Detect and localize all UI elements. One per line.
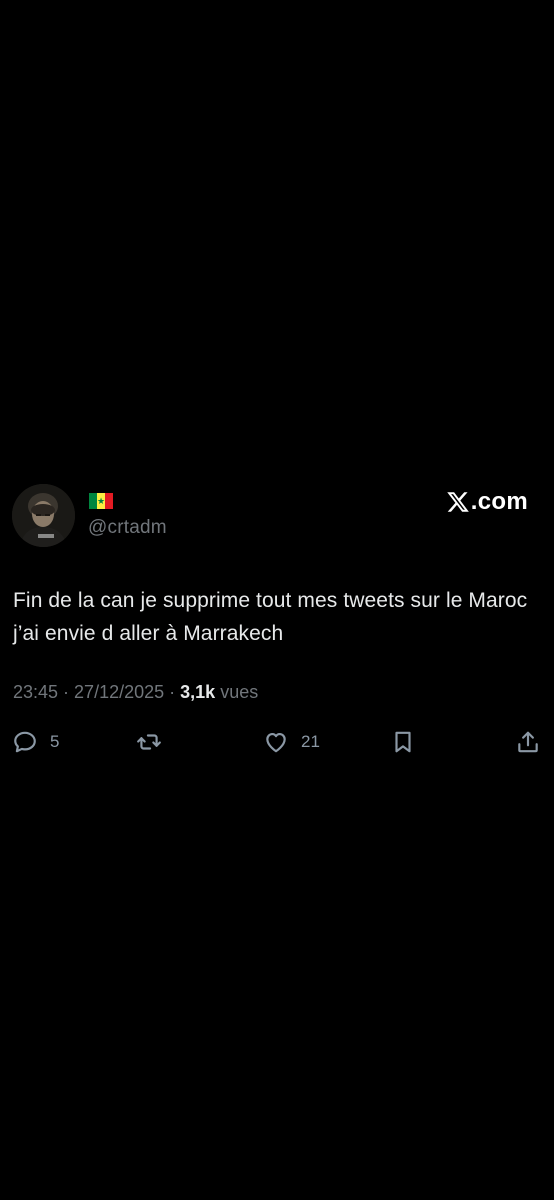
meta-separator: · (58, 682, 75, 702)
x-brand: .com (446, 488, 528, 516)
senegal-flag-icon: ★ (89, 493, 113, 509)
tweet-meta: 23:45 · 27/12/2025 · 3,1k vues (13, 682, 258, 703)
views-label: vues (220, 682, 259, 702)
brand-domain: .com (470, 488, 528, 515)
like-button[interactable]: 21 (263, 726, 320, 758)
heart-icon (266, 733, 286, 753)
retweet-button[interactable] (136, 726, 174, 758)
tweet-time[interactable]: 23:45 (13, 682, 58, 702)
tweet-date[interactable]: 27/12/2025 (74, 682, 164, 702)
reply-button[interactable]: 5 (12, 726, 59, 758)
meta-separator: · (164, 682, 181, 702)
views-count: 3,1k (180, 682, 216, 702)
like-count: 21 (301, 732, 320, 751)
x-logo-icon (447, 492, 469, 512)
share-icon (518, 731, 538, 753)
share-button[interactable] (515, 726, 541, 758)
reply-count: 5 (50, 732, 60, 751)
action-bar: 5 21 (0, 726, 554, 758)
author-handle[interactable]: @crtadm (88, 517, 167, 539)
bookmark-icon (395, 731, 411, 753)
avatar[interactable] (12, 484, 75, 547)
retweet-icon (137, 734, 161, 750)
reply-icon (14, 731, 36, 753)
bookmark-button[interactable] (390, 726, 416, 758)
tweet-text: Fin de la can je supprime tout mes tweet… (13, 589, 528, 645)
tweet-card: ★ @crtadm .com Fin de la can je supprime… (0, 0, 554, 1200)
